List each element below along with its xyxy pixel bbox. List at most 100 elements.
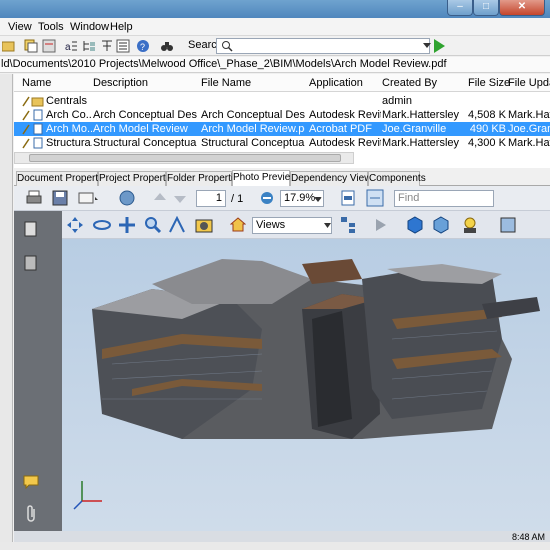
3d-box-icon[interactable]	[406, 216, 424, 234]
cell-description: Arch Model Review	[93, 123, 188, 135]
play-animation-icon[interactable]	[374, 218, 388, 232]
find-input[interactable]: Find	[394, 190, 494, 207]
hierarchy-icon[interactable]	[100, 39, 114, 53]
minimize-button[interactable]: –	[447, 0, 473, 16]
tab-document-properties[interactable]: Document Properties	[16, 171, 111, 186]
fit-width-icon[interactable]	[366, 189, 384, 207]
cell-file-name: Arch Conceptual Design...	[201, 109, 305, 121]
sort-icon[interactable]: a	[64, 39, 78, 53]
tab-components[interactable]: Components	[368, 171, 426, 186]
file-list-header: Name Description File Name Application C…	[14, 74, 550, 92]
help-icon[interactable]: ?	[136, 39, 150, 53]
column-header-description[interactable]: Description	[93, 77, 193, 89]
tree-view-icon[interactable]	[82, 39, 96, 53]
next-page-icon[interactable]	[172, 190, 188, 206]
lighting-icon[interactable]	[460, 215, 480, 235]
pdf-toolbar: 1 / 1 17.9% Find	[14, 186, 550, 211]
zoom-icon[interactable]	[144, 216, 162, 234]
binoculars-icon[interactable]	[160, 39, 174, 53]
cell-file-name: Structural Conceptual D...	[201, 137, 305, 149]
zoom-dropdown-icon[interactable]	[314, 197, 322, 202]
magnifier-icon	[222, 41, 233, 52]
attachments-icon[interactable]	[24, 505, 38, 523]
tab-photo-preview[interactable]: Photo Preview	[232, 170, 297, 186]
copy-icon[interactable]	[24, 39, 38, 53]
close-button[interactable]: ✕	[499, 0, 545, 16]
previous-page-icon[interactable]	[152, 190, 168, 206]
cell-application: Autodesk Revit...	[309, 109, 381, 121]
svg-text:a: a	[65, 42, 71, 53]
column-header-application[interactable]: Application	[309, 77, 379, 89]
column-header-file-name[interactable]: File Name	[201, 77, 301, 89]
background-color-icon[interactable]	[500, 217, 516, 233]
column-header-file-update[interactable]: File Update	[508, 77, 550, 89]
left-pane-edge[interactable]	[0, 74, 13, 542]
3d-toolbar: Views	[62, 211, 550, 239]
cell-file-size: 490 KB	[469, 123, 506, 135]
scrollbar-thumb[interactable]	[29, 154, 341, 162]
home-view-icon[interactable]	[230, 217, 246, 233]
list-view-icon[interactable]	[116, 39, 130, 53]
cell-file-size: 4,508 KB	[468, 109, 506, 121]
table-row[interactable]: Arch Co...Arch Conceptual Design Arch Con…	[14, 108, 550, 122]
title-bar: – □ ✕	[0, 0, 550, 18]
pdf-navigation-pane	[14, 211, 62, 531]
camera-icon[interactable]	[194, 215, 216, 235]
cell-file-update: Mark.Hatte	[508, 137, 550, 149]
cell-file-update: Joe.Granvi	[508, 123, 550, 135]
page-number-input[interactable]: 1	[196, 190, 226, 207]
column-header-name[interactable]: Name	[22, 77, 92, 89]
zoom-out-icon[interactable]	[260, 191, 274, 205]
folder-icon[interactable]	[2, 39, 16, 53]
status-bar	[0, 542, 550, 550]
cell-name: Centrals	[46, 95, 87, 107]
file-list-horizontal-scrollbar[interactable]	[14, 152, 354, 164]
cell-name: Arch Mo...	[46, 123, 92, 135]
search-dropdown-icon[interactable]	[423, 43, 431, 48]
views-dropdown[interactable]: Views	[252, 217, 332, 234]
fit-page-icon[interactable]	[340, 190, 356, 206]
pan-icon[interactable]	[118, 216, 136, 234]
axis-triad	[73, 481, 102, 510]
model-tree-icon[interactable]	[340, 216, 358, 234]
menu-view[interactable]: View	[8, 21, 32, 33]
cell-application: Autodesk Revit...	[309, 137, 381, 149]
spin-icon[interactable]	[92, 216, 112, 234]
main-toolbar: a ? Search	[0, 36, 550, 56]
render-mode-icon[interactable]	[432, 216, 450, 234]
tab-project-properties[interactable]: Project Properties	[98, 171, 178, 186]
hand-tool-icon[interactable]	[118, 189, 136, 207]
email-icon[interactable]	[78, 190, 100, 206]
cell-created-by: Mark.Hattersley	[382, 109, 460, 121]
cell-created-by: admin	[382, 95, 412, 107]
cell-name: Arch Co...	[46, 109, 92, 121]
address-path[interactable]: ld\Documents\2010 Projects\Melwood Offic…	[0, 57, 550, 73]
bookmarks-icon[interactable]	[24, 255, 38, 271]
views-dropdown-icon[interactable]	[324, 223, 331, 228]
menu-tools[interactable]: Tools	[38, 21, 64, 33]
run-search-icon[interactable]	[434, 39, 445, 53]
comments-icon[interactable]	[23, 475, 41, 489]
pages-icon[interactable]	[24, 221, 38, 237]
tab-dependency-viewer[interactable]: Dependency Viewer	[290, 171, 380, 186]
property-tabs: Document Properties Project Properties F…	[14, 170, 550, 186]
cell-file-update: Mark.Hatte	[508, 109, 550, 121]
cell-created-by: Joe.Granville	[382, 123, 447, 135]
document-icon	[22, 137, 44, 152]
cell-file-size: 4,300 KB	[468, 137, 506, 149]
maximize-button[interactable]: □	[473, 0, 499, 16]
print-icon[interactable]	[26, 190, 42, 206]
search-input[interactable]	[216, 38, 431, 54]
3d-model-viewport[interactable]	[62, 239, 550, 531]
walk-icon[interactable]	[168, 216, 186, 234]
table-row[interactable]: Arch Mo... Arch Model Review Arch Model Re…	[14, 122, 550, 136]
properties-icon[interactable]	[42, 39, 56, 53]
table-row[interactable]: Structura...Structural Conceptual D...St…	[14, 136, 550, 150]
tab-folder-properties[interactable]: Folder Properties	[166, 171, 244, 186]
save-icon[interactable]	[52, 190, 68, 206]
menu-window[interactable]: Window	[70, 21, 109, 33]
column-header-created-by[interactable]: Created By	[382, 77, 462, 89]
rotate-icon[interactable]	[66, 216, 84, 234]
menu-help[interactable]: Help	[110, 21, 133, 33]
table-row[interactable]: Centrals admin	[14, 94, 550, 108]
